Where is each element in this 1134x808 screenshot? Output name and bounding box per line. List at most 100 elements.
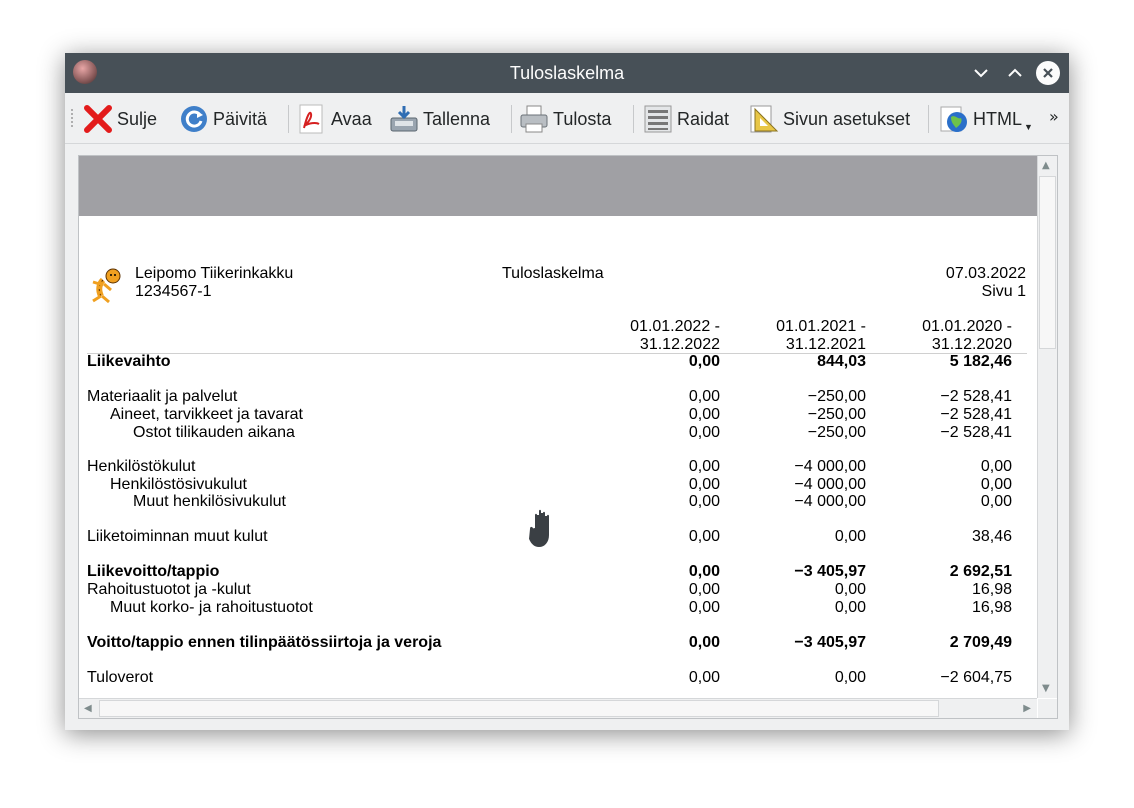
row-value: 0,00 [980,458,1012,475]
scroll-up-icon[interactable]: ▲ [1042,160,1050,171]
row-value: −3 405,97 [794,634,866,651]
row-value: 16,98 [971,599,1012,616]
row-value: 0,00 [834,599,866,616]
toolbar-separator [633,105,634,133]
globe-icon [939,104,969,134]
toolbar-separator [928,105,929,133]
row-value: −2 528,41 [940,388,1012,405]
save-button[interactable]: Tallenna [389,102,490,136]
horizontal-scrollbar[interactable]: ◀ ▶ [79,698,1037,718]
minimize-icon[interactable] [969,61,993,85]
row-value: 0,00 [688,353,720,370]
row-value: 38,46 [971,528,1012,545]
close-label: Sulje [117,108,158,129]
horizontal-scroll-thumb[interactable] [99,700,939,717]
close-button[interactable]: Sulje [83,102,157,136]
row-value: 0,00 [688,563,720,580]
window-close-icon[interactable] [1036,61,1060,85]
row-value: 0,00 [688,634,720,651]
row-value: −2 528,41 [940,424,1012,441]
row-label: Henkilöstösivukulut [110,476,247,493]
refresh-label: Päivitä [213,108,268,129]
scroll-down-icon[interactable]: ▼ [1042,683,1050,694]
company-name: Leipomo Tiikerinkakku [135,265,294,282]
row-value: 0,00 [834,669,866,686]
row-label: Liikevaihto [87,353,171,370]
row-value: 0,00 [688,528,720,545]
red-x-icon [83,104,113,134]
company-id: 1234567-1 [135,283,212,300]
toolbar-overflow-button[interactable]: » [1049,107,1059,126]
page-setup-icon [749,104,779,134]
print-label: Tulosta [553,108,612,129]
toolbar-grip[interactable] [70,108,74,128]
row-value: 0,00 [834,528,866,545]
row-label: Materiaalit ja palvelut [87,388,238,405]
toolbar: Sulje Päivitä Avaa Tallenna Tulosta Raid… [65,93,1069,144]
printer-icon [519,104,549,134]
row-value: 0,00 [688,581,720,598]
report-view[interactable]: Leipomo Tiikerinkakku 1234567-1 Tuloslas… [78,155,1058,719]
row-value: 0,00 [688,669,720,686]
row-label: Liikevoitto/tappio [87,563,220,580]
row-label: Muut korko- ja rahoitustuotot [110,599,313,616]
row-value: 0,00 [688,476,720,493]
row-value: −4 000,00 [794,493,866,510]
report-date: 07.03.2022 [945,265,1026,282]
row-label: Liiketoiminnan muut kulut [87,528,268,545]
stripes-button[interactable]: Raidat [643,102,729,136]
html-button[interactable]: HTML ▼ [939,102,1033,136]
print-button[interactable]: Tulosta [519,102,611,136]
column-header: 01.01.2020 - [922,318,1012,335]
refresh-button[interactable]: Päivitä [179,102,267,136]
row-value: 0,00 [688,424,720,441]
column-header: 01.01.2022 - [630,318,720,335]
row-value: −250,00 [807,406,866,423]
row-label: Ostot tilikauden aikana [133,424,295,441]
row-value: 5 182,46 [949,353,1012,370]
row-value: −250,00 [807,388,866,405]
save-label: Tallenna [423,108,491,129]
row-value: −250,00 [807,424,866,441]
window-title: Tuloslaskelma [509,63,625,83]
scroll-corner [1038,699,1057,718]
row-value: 0,00 [980,476,1012,493]
page-setup-button[interactable]: Sivun asetukset [749,102,910,136]
row-value: −2 604,75 [940,669,1012,686]
row-value: −3 405,97 [794,563,866,580]
vertical-scrollbar[interactable]: ▲ ▼ [1037,156,1057,698]
row-value: 0,00 [834,581,866,598]
row-value: 2 709,49 [949,634,1012,651]
row-value: 0,00 [688,388,720,405]
maximize-icon[interactable] [1003,61,1027,85]
row-value: 844,03 [817,353,866,370]
vertical-scroll-thumb[interactable] [1039,176,1056,349]
row-label: Rahoitustuotot ja -kulut [87,581,251,598]
row-value: −4 000,00 [794,476,866,493]
save-icon [389,104,419,134]
open-button[interactable]: Avaa [297,102,372,136]
refresh-icon [179,104,209,134]
row-label: Aineet, tarvikkeet ja tavarat [110,406,303,423]
row-value: 0,00 [688,458,720,475]
row-value: −4 000,00 [794,458,866,475]
row-value: 0,00 [688,599,720,616]
column-header: 31.12.2022 [639,336,720,353]
stripes-icon [643,104,673,134]
row-value: −2 528,41 [940,406,1012,423]
page-header-band [79,156,1037,216]
report-title: Tuloslaskelma [502,265,604,282]
title-bar[interactable]: Tuloslaskelma [65,53,1069,93]
column-header: 01.01.2021 - [776,318,866,335]
row-value: 0,00 [688,406,720,423]
row-label: Muut henkilösivukulut [133,493,286,510]
stripes-label: Raidat [677,108,730,129]
scroll-right-icon[interactable]: ▶ [1023,703,1031,714]
pdf-icon [297,104,327,134]
report-window: Tuloslaskelma Sulje Päivitä Avaa Tallenn… [65,53,1069,730]
row-value: 16,98 [971,581,1012,598]
html-label: HTML [973,108,1022,129]
scroll-left-icon[interactable]: ◀ [84,703,92,714]
row-label: Voitto/tappio ennen tilinpäätössiirtoja … [87,634,442,651]
row-value: 2 692,51 [949,563,1012,580]
